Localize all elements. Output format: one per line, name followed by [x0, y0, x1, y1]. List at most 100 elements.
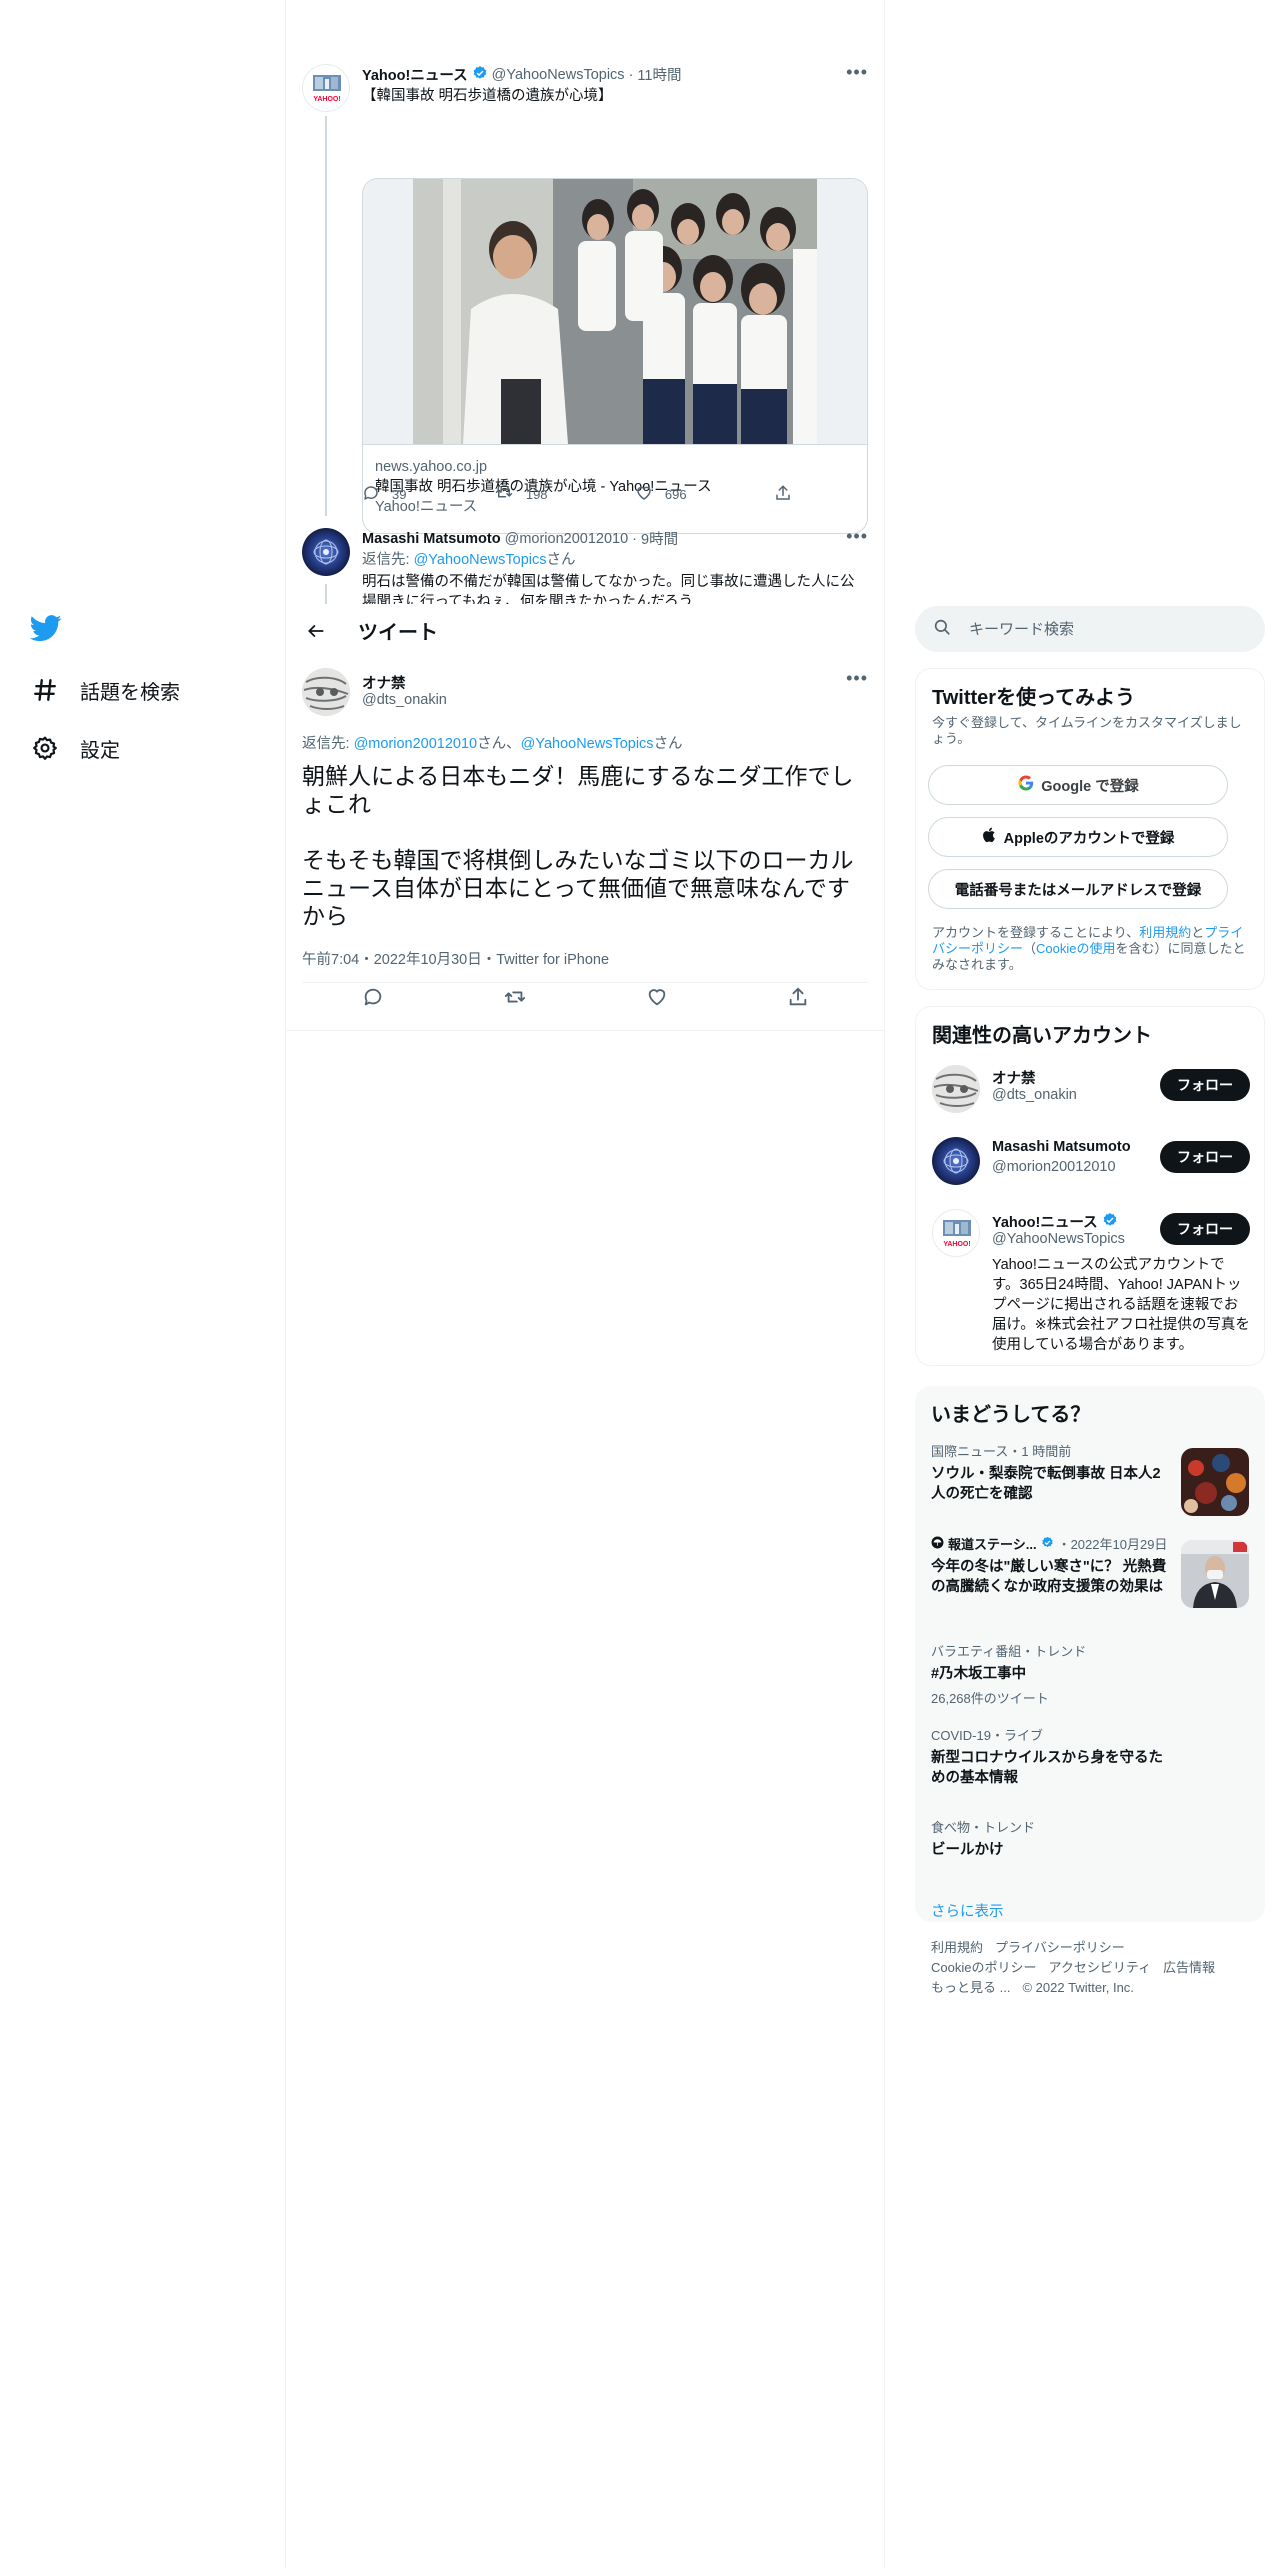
like-button[interactable]: 696 — [635, 484, 687, 505]
reply-tweet[interactable]: Masashi Matsumoto @morion20012010 · 9時間 … — [286, 528, 884, 604]
apple-signup-button[interactable]: Appleのアカウントで登録 — [928, 817, 1228, 857]
terms-prefix: アカウントを登録することにより、 — [932, 925, 1140, 940]
trend-item[interactable]: バラエティ番組・トレンド #乃木坂工事中 26,268件のツイート — [931, 1644, 1249, 1708]
show-more-link[interactable]: さらに表示 — [931, 1900, 1004, 1921]
signup-title: Twitterを使ってみよう — [932, 687, 1136, 709]
author-name[interactable]: Yahoo!ニュース — [362, 64, 468, 85]
heart-icon — [635, 484, 653, 505]
back-button[interactable] — [298, 613, 334, 649]
share-icon[interactable] — [787, 986, 809, 1013]
like-count: 696 — [664, 487, 687, 502]
google-signup-label: Google で登録 — [1041, 778, 1139, 795]
parent-tweet[interactable]: YAHOO! Yahoo!ニュース @YahooNewsTopics · 11時… — [286, 60, 884, 534]
trend-thumbnail — [1181, 1540, 1249, 1608]
footer-link[interactable]: プライバシーポリシー — [995, 1940, 1125, 1955]
reply-to-suffix: さん — [546, 552, 576, 568]
trend-time: ・2022年10月29日 — [1057, 1536, 1168, 1552]
heart-icon[interactable] — [646, 986, 668, 1013]
masashi-avatar[interactable] — [932, 1137, 980, 1185]
trend-item[interactable]: COVID-19・ライブ 新型コロナウイルスから身を守るための基本情報 — [931, 1728, 1249, 1792]
nav-settings[interactable]: 設定 — [30, 724, 120, 772]
share-button[interactable] — [774, 484, 792, 505]
footer-link[interactable]: Cookieのポリシー — [931, 1960, 1036, 1975]
footer-link[interactable]: 広告情報 — [1163, 1960, 1215, 1975]
account-handle: @YahooNewsTopics — [992, 1231, 1125, 1247]
focus-author-handle[interactable]: @dts_onakin — [362, 692, 447, 708]
trend-meta: 食べ物・トレンド — [931, 1820, 1036, 1835]
apple-icon — [982, 826, 998, 848]
separator: · — [628, 66, 634, 83]
retweet-button[interactable]: 198 — [494, 484, 548, 505]
focus-author-name[interactable]: オナ禁 — [362, 672, 406, 693]
link-card[interactable]: news.yahoo.co.jp 韓国事故 明石歩道橋の遺族が心境 - Yaho… — [362, 178, 868, 534]
phone-email-signup-button[interactable]: 電話番号またはメールアドレスで登録 — [928, 869, 1228, 909]
retweet-count: 198 — [525, 487, 548, 502]
masashi-avatar[interactable] — [302, 528, 350, 576]
cookie-link[interactable]: Cookieの使用 — [1036, 941, 1115, 956]
account-name-text: Yahoo!ニュース — [992, 1215, 1098, 1231]
reply-button[interactable]: 39 — [362, 484, 406, 505]
trend-item[interactable]: 報道ステーシ... ・2022年10月29日 今年の冬は"厳しい寒さ"に？ 光熱… — [931, 1536, 1249, 1624]
reply-to-link[interactable]: @YahooNewsTopics — [414, 552, 547, 568]
follow-button[interactable]: フォロー — [1160, 1141, 1250, 1173]
search-input[interactable] — [969, 620, 1229, 638]
terms-link[interactable]: 利用規約 — [1139, 925, 1191, 940]
trend-title: 今年の冬は"厳しい寒さ"に？ 光熱費の高騰続くなか政府支援策の効果は — [931, 1559, 1167, 1595]
focus-tweet-meta[interactable]: 午前7:04・2022年10月30日・Twitter for iPhone — [302, 948, 609, 969]
account-name-text: Masashi Matsumoto — [992, 1139, 1131, 1155]
thread-line — [325, 116, 327, 516]
tweet-actions: 39 198 696 — [362, 484, 792, 505]
reply-to-link-1[interactable]: @morion20012010 — [354, 736, 478, 752]
tweet-time[interactable]: 11時間 — [637, 64, 681, 85]
footer-link[interactable]: アクセシビリティ — [1048, 1960, 1151, 1975]
reply-icon[interactable] — [362, 986, 384, 1013]
trends-panel: いまどうしてる？ 国際ニュース・1 時間前 ソウル・梨泰院で転倒事故 日本人2人… — [915, 1386, 1265, 1922]
reply-author-name[interactable]: Masashi Matsumoto — [362, 531, 501, 547]
trend-item[interactable]: 国際ニュース・1 時間前 ソウル・梨泰院で転倒事故 日本人2人の死亡を確認 — [931, 1444, 1249, 1516]
onakin-avatar[interactable] — [932, 1065, 980, 1113]
account-name: Masashi Matsumoto — [992, 1139, 1131, 1155]
trend-item[interactable]: 食べ物・トレンド ビールかけ — [931, 1820, 1249, 1864]
copyright: © 2022 Twitter, Inc. — [1022, 1980, 1134, 1995]
yahoo-avatar[interactable]: YAHOO! — [932, 1209, 980, 1257]
related-account-onakin[interactable]: オナ禁 @dts_onakin フォロー — [932, 1065, 1250, 1113]
yahoo-avatar[interactable]: YAHOO! — [302, 64, 350, 112]
reply-to-line: 返信先: @YahooNewsTopicsさん — [362, 550, 868, 570]
reply-author-handle[interactable]: @morion20012010 — [505, 531, 629, 547]
twitter-logo-icon[interactable] — [29, 612, 66, 648]
more-options-icon[interactable]: ••• — [846, 528, 868, 547]
focus-tweet-actions — [302, 986, 868, 1013]
account-handle: @morion20012010 — [992, 1159, 1116, 1175]
more-options-icon[interactable]: ••• — [846, 62, 868, 83]
paren-open: （ — [1023, 941, 1037, 956]
related-account-masashi[interactable]: Masashi Matsumoto @morion20012010 フォロー — [932, 1137, 1250, 1185]
phone-email-signup-label: 電話番号またはメールアドレスで登録 — [954, 882, 1202, 899]
search-icon — [933, 618, 951, 641]
reply-to-link-2[interactable]: @YahooNewsTopics — [521, 736, 654, 752]
terms-and: と — [1191, 925, 1205, 940]
follow-button[interactable]: フォロー — [1160, 1213, 1250, 1245]
author-handle[interactable]: @YahooNewsTopics — [492, 67, 625, 83]
apple-signup-label: Appleのアカウントで登録 — [1003, 830, 1175, 847]
back-arrow-icon — [308, 624, 324, 637]
follow-button[interactable]: フォロー — [1160, 1069, 1250, 1101]
account-name: Yahoo!ニュース — [992, 1211, 1118, 1232]
more-options-icon[interactable]: ••• — [846, 668, 868, 689]
search-box[interactable] — [915, 606, 1265, 652]
share-icon — [774, 484, 792, 505]
google-signup-button[interactable]: Google で登録 — [928, 765, 1228, 805]
onakin-avatar[interactable] — [302, 668, 350, 716]
svg-text:YAHOO!: YAHOO! — [313, 96, 340, 103]
related-account-yahoo[interactable]: YAHOO! Yahoo!ニュース @YahooNewsTopics フォロー … — [932, 1209, 1250, 1353]
hashtag-icon — [30, 675, 60, 705]
focus-tweet-text: 朝鮮人による日本もニダ！馬鹿にするなニダ工作でしょこれ そもそも韓国で将棋倒しみ… — [302, 763, 854, 929]
trend-meta: COVID-19・ライブ — [931, 1728, 1043, 1743]
related-title: 関連性の高いアカウント — [932, 1025, 1152, 1047]
footer-link[interactable]: 利用規約 — [931, 1940, 983, 1955]
reply-tweet-time[interactable]: 9時間 — [641, 528, 678, 549]
footer-link[interactable]: もっと見る ... — [931, 1980, 1010, 1995]
nav-explore[interactable]: 話題を検索 — [30, 666, 180, 714]
retweet-icon[interactable] — [503, 986, 527, 1013]
retweet-icon — [494, 484, 514, 505]
svg-text:YAHOO!: YAHOO! — [943, 1241, 970, 1248]
